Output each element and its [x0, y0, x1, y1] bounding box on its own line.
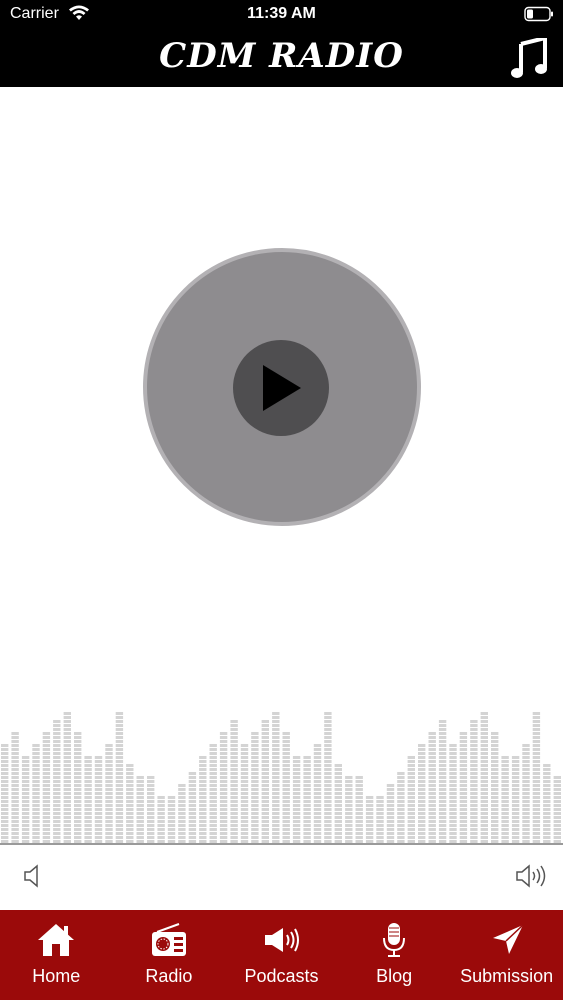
equalizer-bar — [178, 784, 186, 843]
equalizer-bar — [21, 756, 30, 843]
equalizer-bar — [209, 744, 217, 843]
equalizer-bar — [147, 776, 155, 843]
equalizer-bar — [84, 756, 92, 843]
equalizer-bar — [449, 744, 457, 843]
volume-high-icon[interactable] — [514, 862, 548, 890]
tab-podcasts[interactable]: Podcasts — [225, 910, 338, 1000]
equalizer-bar — [303, 756, 311, 843]
equalizer-bar — [365, 796, 374, 843]
tab-radio[interactable]: Radio — [113, 910, 226, 1000]
app-title: CDM RADIO — [159, 36, 404, 76]
equalizer-bar — [74, 732, 82, 843]
equalizer-bar — [240, 744, 249, 843]
battery-icon — [524, 6, 553, 22]
tab-submission[interactable]: Submission — [450, 910, 563, 1000]
megaphone-icon — [265, 928, 300, 952]
equalizer-bar — [334, 764, 342, 843]
top-bar: Carrier 11:39 AM CDM RADIO — [0, 0, 563, 87]
equalizer-bar — [94, 756, 103, 843]
play-button[interactable] — [233, 340, 329, 436]
equalizer-bar — [407, 756, 415, 843]
equalizer-bar — [219, 732, 228, 843]
equalizer-bar — [136, 776, 144, 843]
volume-low-icon[interactable] — [22, 862, 44, 890]
equalizer-bar — [324, 712, 332, 843]
equalizer-bar — [553, 776, 561, 843]
equalizer-bar — [428, 732, 436, 843]
equalizer-bar — [480, 712, 488, 843]
equalizer-bar — [1, 744, 9, 843]
equalizer-bar — [532, 712, 541, 843]
play-icon — [263, 365, 301, 411]
equalizer-bar — [282, 732, 290, 843]
equalizer-bar — [522, 744, 530, 843]
clock: 11:39 AM — [247, 5, 316, 22]
equalizer-bar — [32, 744, 40, 843]
tab-label: Radio — [145, 966, 193, 986]
microphone-icon — [383, 923, 406, 957]
equalizer-bar — [126, 764, 134, 843]
equalizer-bar — [438, 720, 447, 843]
equalizer-bar — [188, 772, 197, 843]
equalizer-bar — [501, 756, 509, 843]
equalizer-bar — [272, 712, 280, 843]
equalizer — [1, 712, 561, 843]
equalizer-bar — [470, 720, 478, 843]
equalizer-bar — [386, 784, 395, 843]
equalizer-bar — [261, 720, 269, 843]
equalizer-bar — [491, 732, 499, 843]
equalizer-bar — [355, 776, 363, 843]
equalizer-bar — [11, 732, 19, 843]
radio-icon — [151, 923, 186, 956]
equalizer-bar — [345, 776, 353, 843]
tab-blog[interactable]: Blog — [338, 910, 451, 1000]
music-note-icon[interactable] — [511, 38, 547, 80]
tab-label: Podcasts — [244, 966, 319, 986]
equalizer-bar — [418, 744, 426, 843]
tab-home[interactable]: Home — [0, 910, 113, 1000]
equalizer-bar — [63, 712, 71, 843]
equalizer-bar — [251, 732, 259, 843]
tab-label: Blog — [376, 966, 413, 986]
equalizer-bar — [157, 796, 165, 843]
tab-bar: Home Radio Podcasts Blog Submission — [0, 910, 563, 1000]
equalizer-bar — [511, 756, 520, 843]
equalizer-bar — [42, 732, 51, 843]
equalizer-bar — [376, 796, 384, 843]
equalizer-bar — [53, 720, 61, 843]
equalizer-bar — [292, 756, 301, 843]
status-bar: Carrier 11:39 AM — [0, 0, 563, 30]
equalizer-bar — [313, 744, 322, 843]
tab-label: Submission — [460, 966, 554, 986]
send-icon — [492, 924, 524, 954]
equalizer-bar — [167, 796, 176, 843]
tab-label: Home — [32, 966, 81, 986]
equalizer-bar — [397, 772, 405, 843]
equalizer-bar — [543, 764, 551, 843]
equalizer-bar — [199, 756, 207, 843]
divider — [0, 843, 563, 845]
home-icon — [38, 924, 75, 956]
equalizer-bar — [115, 712, 124, 843]
equalizer-bar — [105, 744, 113, 843]
equalizer-bar — [230, 720, 238, 843]
equalizer-bar — [459, 732, 468, 843]
